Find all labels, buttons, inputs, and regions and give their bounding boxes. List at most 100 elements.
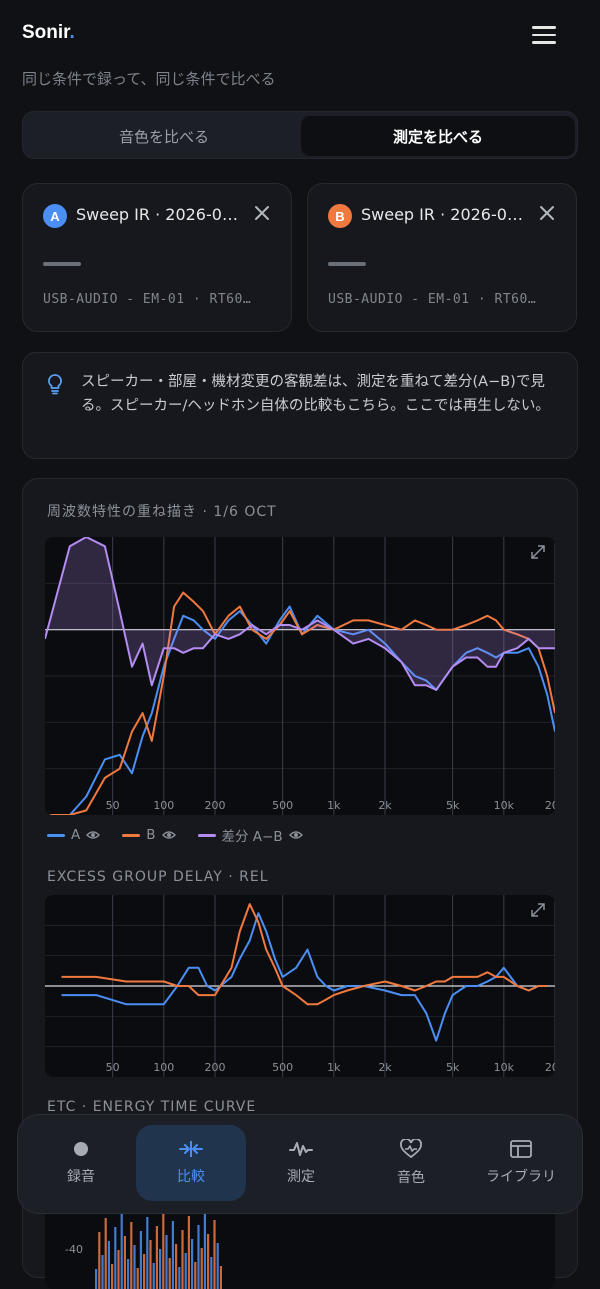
card-title: Sweep IR · 2026-0… [76, 205, 238, 224]
legend-item-b[interactable]: B [122, 825, 176, 845]
tab-label: 音色 [397, 1170, 425, 1186]
chart-legend: A B 差分 A−B [47, 825, 303, 845]
etc-bar [111, 1264, 114, 1289]
etc-bar [101, 1255, 104, 1289]
tab-compare-measurement[interactable]: 測定を比べる [301, 116, 575, 156]
tab-label: 比較 [177, 1169, 205, 1185]
x-tick-label: 50 [106, 1061, 120, 1074]
info-note: スピーカー・部屋・機材変更の客観差は、測定を重ねて差分(A−B)で見る。スピーカ… [22, 352, 578, 459]
lightbulb-icon [45, 373, 65, 399]
x-tick-label: 100 [153, 1061, 174, 1074]
legend-item-diff[interactable]: 差分 A−B [197, 825, 303, 845]
series-fill [45, 537, 555, 690]
legend-label: 差分 A−B [221, 829, 283, 845]
x-tick-label: 10k [494, 1061, 515, 1074]
etc-bar [168, 1258, 171, 1289]
library-icon [510, 1140, 532, 1158]
x-tick-label: 200 [205, 1061, 226, 1074]
freq-response-chart: 50 100 200 500 1k 2k 5k 10k 20k [45, 537, 555, 815]
etc-bar [159, 1249, 162, 1289]
etc-bar [155, 1226, 158, 1289]
x-tick-label: 1k [327, 1061, 341, 1074]
etc-bar [184, 1253, 187, 1289]
close-icon[interactable] [253, 204, 271, 222]
series-line-diff [45, 537, 555, 691]
eye-icon[interactable] [161, 830, 176, 840]
placeholder-bar [328, 262, 366, 266]
page-subtitle: 同じ条件で録って、同じ条件で比べる [22, 70, 276, 88]
etc-bar [107, 1241, 110, 1289]
etc-bar [210, 1257, 213, 1289]
hamburger-menu-icon[interactable] [532, 26, 556, 44]
expand-icon[interactable] [531, 545, 545, 559]
etc-bar [200, 1248, 203, 1289]
card-title: Sweep IR · 2026-0… [361, 205, 523, 224]
tab-compare[interactable]: 比較 [136, 1125, 246, 1201]
etc-bar [175, 1244, 178, 1289]
record-icon [74, 1142, 88, 1156]
expand-icon-path [531, 903, 545, 917]
x-tick-label: 1k [327, 799, 341, 812]
x-tick-label: 20k [545, 1061, 555, 1074]
etc-bar [120, 1213, 123, 1289]
freq-response-svg: 50 100 200 500 1k 2k 5k 10k 20k [45, 537, 555, 815]
heart-pulse-icon [400, 1139, 422, 1159]
tab-label: ライブラリ [486, 1169, 556, 1185]
x-tick-label: 100 [153, 799, 174, 812]
tab-tone[interactable]: 音色 [356, 1125, 466, 1201]
expand-icon-path [531, 545, 545, 559]
y-tick-label: -40 [65, 1243, 83, 1256]
group-delay-chart: 50 100 200 500 1k 2k 5k 10k 20k [45, 895, 555, 1077]
bottom-tab-bar: 録音 比較 測定 音色 ライブラリ [17, 1114, 583, 1214]
tab-record[interactable]: 録音 [26, 1125, 136, 1201]
x-tick-label: 50 [106, 799, 120, 812]
etc-bar [117, 1250, 120, 1289]
compare-icon [179, 1141, 203, 1157]
tab-measure[interactable]: 測定 [246, 1125, 356, 1201]
legend-label: A [71, 827, 81, 843]
badge-b: B [328, 204, 352, 228]
tab-label: 録音 [67, 1169, 95, 1185]
etc-bar [133, 1245, 136, 1289]
tab-compare-tone[interactable]: 音色を比べる [27, 116, 301, 156]
legend-label: B [146, 827, 156, 843]
etc-bar [114, 1227, 117, 1289]
etc-bar [95, 1269, 98, 1289]
close-icon[interactable] [538, 204, 556, 222]
etc-bar [136, 1268, 139, 1289]
etc-bar [98, 1232, 101, 1289]
x-tick-label: 2k [378, 1061, 392, 1074]
app-logo: Sonir. [22, 22, 75, 43]
legend-swatch [197, 833, 216, 837]
measurement-card-b[interactable]: B Sweep IR · 2026-0… USB-AUDIO - EM-01 ·… [307, 183, 577, 332]
eye-icon[interactable] [86, 830, 101, 840]
etc-bar [127, 1259, 130, 1289]
freq-chart-title: 周波数特性の重ね描き · 1/6 OCT [47, 504, 277, 520]
legend-swatch [47, 833, 65, 837]
etc-bar [143, 1254, 146, 1289]
x-tick-label: 200 [205, 799, 226, 812]
placeholder-bar [43, 262, 81, 266]
etc-bar [130, 1222, 133, 1289]
x-tick-label: 2k [378, 799, 392, 812]
tab-label: 測定 [287, 1169, 315, 1185]
etc-bar [207, 1234, 210, 1289]
etc-bar [197, 1225, 200, 1289]
top-bar: Sonir. [0, 0, 600, 70]
group-delay-title: EXCESS GROUP DELAY · REL [47, 869, 269, 885]
etc-bar [191, 1239, 194, 1289]
info-text: スピーカー・部屋・機材変更の客観差は、測定を重ねて差分(A−B)で見る。スピーカ… [81, 374, 550, 414]
etc-bar [219, 1266, 222, 1289]
etc-bar [139, 1231, 142, 1289]
compare-mode-segment: 音色を比べる 測定を比べる [22, 111, 578, 159]
tab-library[interactable]: ライブラリ [466, 1125, 576, 1201]
expand-icon[interactable] [531, 903, 545, 917]
x-tick-label: 500 [272, 799, 293, 812]
eye-icon[interactable] [288, 830, 303, 840]
legend-swatch [122, 833, 141, 837]
measurement-card-a[interactable]: A Sweep IR · 2026-0… USB-AUDIO - EM-01 ·… [22, 183, 292, 332]
legend-item-a[interactable]: A [47, 825, 101, 845]
x-tick-label: 5k [446, 1061, 460, 1074]
etc-bar [162, 1212, 165, 1289]
etc-bar [203, 1211, 206, 1289]
